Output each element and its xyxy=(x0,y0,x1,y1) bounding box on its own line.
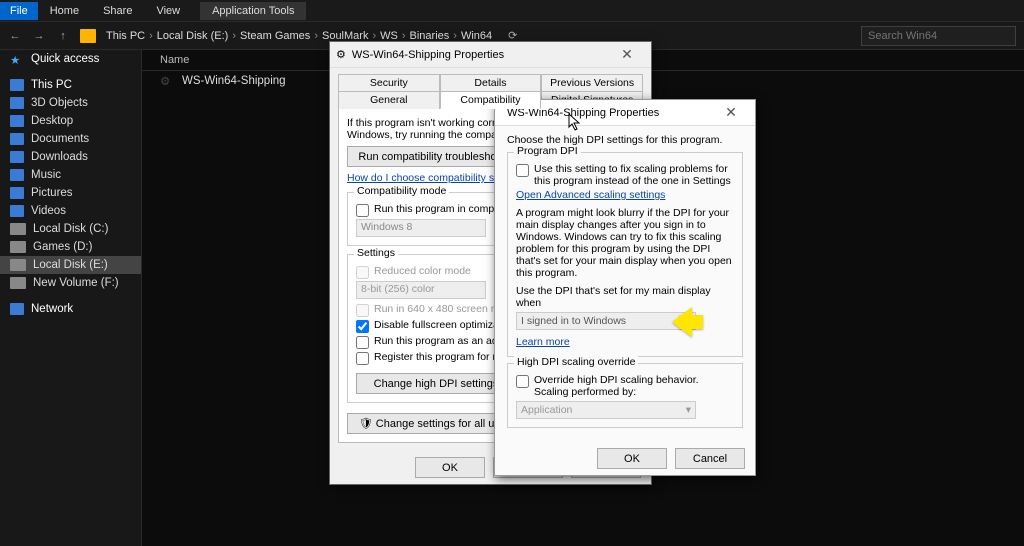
ok-button[interactable]: OK xyxy=(597,448,667,469)
sidebar-quick-access[interactable]: ★Quick access xyxy=(0,50,141,68)
shield-icon: 🛡 xyxy=(359,418,373,430)
bc-3[interactable]: SoulMark xyxy=(322,30,368,42)
use-setting-checkbox[interactable]: Use this setting to fix scaling problems… xyxy=(516,163,734,187)
dpi-override-group: High DPI scaling override Override high … xyxy=(507,363,743,428)
ribbon-tab-view[interactable]: View xyxy=(144,2,192,20)
tabs-row1: Security Details Previous Versions xyxy=(338,74,643,91)
tab-prev-versions[interactable]: Previous Versions xyxy=(541,74,643,91)
dpi-blurry-text: A program might look blurry if the DPI f… xyxy=(516,207,734,279)
sidebar-item-3dobjects[interactable]: 3D Objects xyxy=(0,94,141,112)
ok-button[interactable]: OK xyxy=(415,457,485,478)
tab-security[interactable]: Security xyxy=(338,74,440,91)
program-dpi-legend: Program DPI xyxy=(514,145,581,157)
breadcrumb[interactable]: This PC› Local Disk (E:)› Steam Games› S… xyxy=(106,30,492,42)
sidebar-item-music[interactable]: Music xyxy=(0,166,141,184)
sidebar-item-downloads[interactable]: Downloads xyxy=(0,148,141,166)
exe-icon: ⚙ xyxy=(160,74,174,88)
bc-1[interactable]: Local Disk (E:) xyxy=(157,30,229,42)
sidebar: ★Quick access This PC 3D Objects Desktop… xyxy=(0,50,142,546)
sidebar-item-d[interactable]: Games (D:) xyxy=(0,238,141,256)
change-dpi-button[interactable]: Change high DPI settings xyxy=(356,373,516,394)
bc-4[interactable]: WS xyxy=(380,30,398,42)
search-input[interactable] xyxy=(861,26,1016,46)
bc-6[interactable]: Win64 xyxy=(461,30,492,42)
tab-compatibility[interactable]: Compatibility xyxy=(440,91,542,109)
program-dpi-group: Program DPI Use this setting to fix scal… xyxy=(507,152,743,357)
sidebar-this-pc[interactable]: This PC xyxy=(0,76,141,94)
dialog-title: WS-Win64-Shipping Properties xyxy=(352,49,609,61)
dpi-override-legend: High DPI scaling override xyxy=(514,356,638,368)
ribbon-tab-apptools[interactable]: Application Tools xyxy=(200,2,306,20)
dpi-button-row: OK Cancel xyxy=(495,442,755,475)
sidebar-network[interactable]: Network xyxy=(0,300,141,318)
ribbon-tab-home[interactable]: Home xyxy=(38,2,91,20)
compat-mode-select[interactable]: Windows 8 xyxy=(356,219,486,237)
bc-2[interactable]: Steam Games xyxy=(240,30,310,42)
ribbon: File Home Share View Application Tools xyxy=(0,0,1024,22)
use-dpi-when-text: Use the DPI that's set for my main displ… xyxy=(516,285,734,309)
bc-0[interactable]: This PC xyxy=(106,30,145,42)
color-select: 8-bit (256) color xyxy=(356,281,486,299)
sidebar-item-documents[interactable]: Documents xyxy=(0,130,141,148)
tab-general[interactable]: General xyxy=(338,91,440,109)
override-checkbox[interactable]: Override high DPI scaling behavior. Scal… xyxy=(516,374,734,398)
compat-mode-legend: Compatibility mode xyxy=(354,185,449,197)
app-icon: ⚙ xyxy=(336,48,346,61)
annotation-arrow xyxy=(657,307,703,337)
nav-back-icon[interactable]: ← xyxy=(8,30,22,42)
learn-more-link[interactable]: Learn more xyxy=(516,336,734,348)
sidebar-item-pictures[interactable]: Pictures xyxy=(0,184,141,202)
bc-5[interactable]: Binaries xyxy=(410,30,450,42)
sidebar-item-desktop[interactable]: Desktop xyxy=(0,112,141,130)
open-advanced-link[interactable]: Open Advanced scaling settings xyxy=(516,189,734,201)
sidebar-item-f[interactable]: New Volume (F:) xyxy=(0,274,141,292)
close-icon[interactable]: ✕ xyxy=(713,104,749,121)
sidebar-item-videos[interactable]: Videos xyxy=(0,202,141,220)
nav-up-icon[interactable]: ↑ xyxy=(56,30,70,42)
chevron-down-icon: ▾ xyxy=(686,404,691,416)
dialog-titlebar[interactable]: ⚙ WS-Win64-Shipping Properties ✕ xyxy=(330,42,651,68)
tab-details[interactable]: Details xyxy=(440,74,542,91)
nav-forward-icon[interactable]: → xyxy=(32,30,46,42)
close-icon[interactable]: ✕ xyxy=(609,46,645,63)
file-menu[interactable]: File xyxy=(0,2,38,20)
sidebar-item-e[interactable]: Local Disk (E:) xyxy=(0,256,141,274)
scaling-by-select[interactable]: Application▾ xyxy=(516,401,696,419)
ribbon-tab-share[interactable]: Share xyxy=(91,2,144,20)
sidebar-item-c[interactable]: Local Disk (C:) xyxy=(0,220,141,238)
dpi-dialog: WS-Win64-Shipping Properties ✕ Choose th… xyxy=(494,99,756,476)
settings-legend: Settings xyxy=(354,247,398,259)
cursor-icon xyxy=(568,113,582,131)
cancel-button[interactable]: Cancel xyxy=(675,448,745,469)
file-name: WS-Win64-Shipping xyxy=(182,75,286,87)
folder-icon xyxy=(80,29,96,43)
